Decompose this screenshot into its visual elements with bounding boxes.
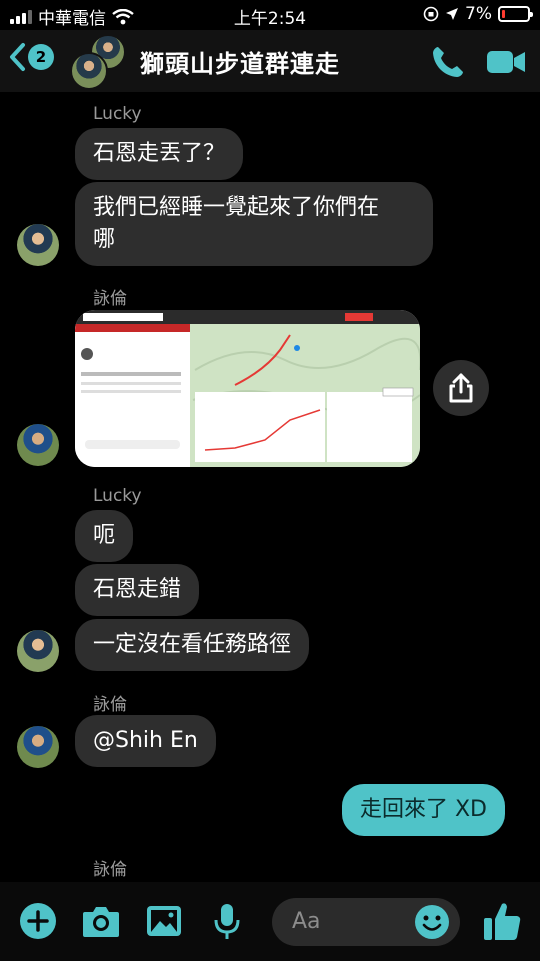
battery-percent: 7%	[465, 4, 492, 24]
outgoing-message-bubble[interactable]: 走回來了 XD	[341, 784, 505, 836]
battery-icon	[498, 6, 533, 22]
message-input-placeholder: Aa	[292, 909, 321, 934]
message-bubble[interactable]: 石恩走丟了？	[75, 128, 244, 180]
sender-name: Lucky	[93, 486, 142, 506]
back-button[interactable]: 2	[8, 42, 54, 72]
group-avatar[interactable]	[70, 34, 128, 90]
message-text-line: 哪	[93, 227, 116, 252]
message-text: 一定沒在看任務路徑	[93, 632, 292, 657]
avatar	[70, 52, 108, 90]
avatar[interactable]	[17, 424, 59, 466]
avatar[interactable]	[17, 224, 59, 266]
message-bubble[interactable]: @Shih En	[75, 715, 216, 767]
avatar[interactable]	[17, 630, 59, 672]
message-text: 石恩走丟了？	[93, 141, 226, 166]
message-text: 走回來了 XD	[359, 797, 487, 822]
thumbs-up-icon[interactable]	[482, 900, 522, 942]
gallery-icon[interactable]	[145, 902, 183, 940]
conversation-title[interactable]: 獅頭山步道群連走	[140, 44, 340, 79]
message-text: @Shih En	[93, 728, 198, 753]
avatar[interactable]	[17, 726, 59, 768]
shared-image[interactable]	[75, 310, 420, 467]
message-text: 呃	[93, 523, 116, 548]
map-screenshot-image	[75, 310, 420, 467]
chevron-left-icon	[10, 43, 25, 71]
message-list[interactable]: Lucky 石恩走丟了？ 我們已經睡一覺起來了你們在 哪 詠倫 Lucky 呃 …	[0, 92, 540, 882]
emoji-icon[interactable]	[414, 904, 450, 940]
video-call-icon[interactable]	[486, 44, 526, 80]
orientation-lock-icon	[423, 6, 439, 22]
message-bubble[interactable]: 呃	[75, 510, 134, 562]
message-bubble[interactable]: 石恩走錯	[75, 564, 200, 616]
share-button[interactable]	[433, 360, 489, 416]
microphone-icon[interactable]	[212, 902, 242, 942]
conversation-header: 2 獅頭山步道群連走	[0, 30, 540, 92]
phone-icon[interactable]	[430, 44, 466, 80]
location-icon	[446, 8, 459, 20]
sender-name: 詠倫	[93, 860, 127, 880]
message-bubble[interactable]: 一定沒在看任務路徑	[75, 619, 310, 671]
sender-name: 詠倫	[93, 289, 127, 309]
sender-name: 詠倫	[93, 695, 127, 715]
plus-icon[interactable]	[19, 902, 57, 940]
status-bar: 中華電信 上午2:54 7%	[0, 0, 540, 30]
message-bubble[interactable]: 我們已經睡一覺起來了你們在 哪	[75, 182, 433, 266]
camera-icon[interactable]	[81, 902, 121, 940]
unread-count-badge: 2	[28, 44, 54, 70]
share-icon	[449, 373, 473, 403]
composer-bar: Aa	[0, 882, 540, 961]
sender-name: Lucky	[93, 104, 142, 124]
message-text-line: 我們已經睡一覺起來了你們在	[93, 195, 380, 220]
message-text: 石恩走錯	[93, 577, 182, 602]
